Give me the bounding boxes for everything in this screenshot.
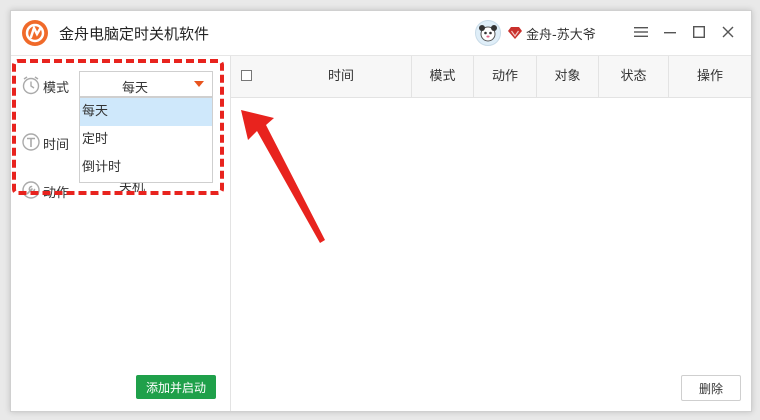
mode-dropdown: 每天 定时 倒计时 <box>79 97 213 183</box>
title-bar: 金舟电脑定时关机软件 金舟-苏大爷 <box>11 11 751 56</box>
mode-select[interactable]: 每天 <box>79 71 213 97</box>
maximize-button[interactable] <box>688 21 710 43</box>
mode-selected-value: 每天 <box>121 81 148 96</box>
time-icon <box>22 133 40 151</box>
close-button[interactable] <box>717 21 739 43</box>
column-operation: 操作 <box>668 56 751 97</box>
column-status: 状态 <box>598 56 668 97</box>
app-window: 金舟电脑定时关机软件 金舟-苏大爷 模式 每天 每天 定时 倒计时 时间 动作 … <box>10 10 752 412</box>
column-time: 时间 <box>327 69 354 84</box>
vip-diamond-icon <box>508 27 522 39</box>
schedule-form-panel: 模式 每天 每天 定时 倒计时 时间 动作 关机 添加并启动 <box>11 56 231 411</box>
clock-icon <box>22 76 40 95</box>
wrench-icon <box>22 181 40 199</box>
maximize-icon <box>693 26 705 38</box>
column-target: 对象 <box>536 56 598 97</box>
mode-option-countdown[interactable]: 倒计时 <box>80 154 212 182</box>
username[interactable]: 金舟-苏大爷 <box>526 24 596 43</box>
app-title: 金舟电脑定时关机软件 <box>59 25 210 43</box>
mode-label: 模式 <box>43 81 70 96</box>
column-mode: 模式 <box>411 56 473 97</box>
minimize-button[interactable] <box>659 21 681 43</box>
add-and-start-button[interactable]: 添加并启动 <box>136 375 216 399</box>
menu-button[interactable] <box>630 21 652 43</box>
caret-down-icon <box>194 81 204 87</box>
column-action: 动作 <box>473 56 536 97</box>
time-label: 时间 <box>43 138 70 153</box>
minimize-icon <box>664 32 676 34</box>
mode-option-daily[interactable]: 每天 <box>80 98 212 126</box>
action-label: 动作 <box>43 186 70 201</box>
delete-button[interactable]: 删除 <box>681 375 741 401</box>
task-table-header: 时间 模式 动作 对象 状态 操作 <box>231 56 751 98</box>
hamburger-menu-icon <box>634 27 648 37</box>
close-icon <box>722 26 734 38</box>
avatar[interactable] <box>475 20 501 46</box>
app-logo-icon <box>22 20 48 46</box>
mode-option-scheduled[interactable]: 定时 <box>80 126 212 154</box>
select-all-checkbox[interactable] <box>241 70 252 81</box>
